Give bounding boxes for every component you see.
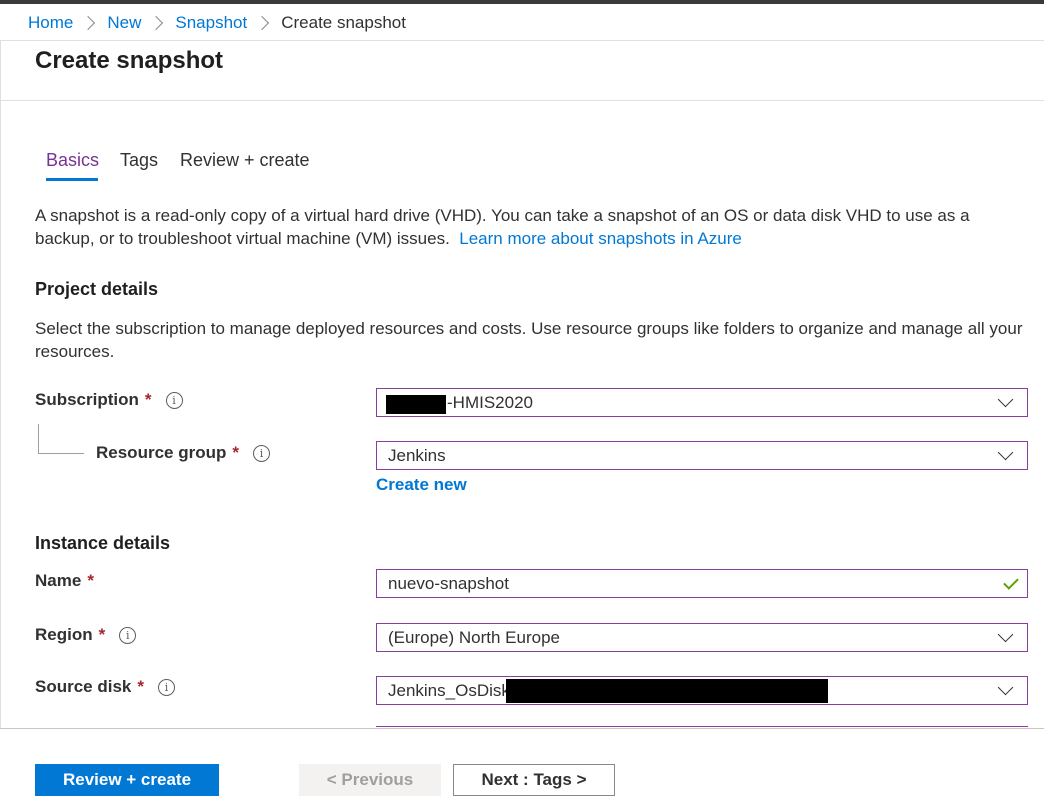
top-border (0, 0, 1044, 4)
info-icon[interactable]: i (158, 678, 175, 696)
chevron-down-icon (997, 391, 1014, 408)
valid-check-icon (1003, 574, 1019, 590)
tab-tags[interactable]: Tags (120, 150, 158, 171)
subscription-value: -HMIS2020 (447, 392, 533, 412)
project-details-description: Select the subscription to manage deploy… (35, 319, 1023, 361)
required-asterisk: * (232, 443, 239, 462)
required-asterisk: * (98, 625, 106, 644)
chevron-right-icon (81, 15, 96, 31)
source-disk-select[interactable]: Jenkins_OsDisk (376, 676, 1028, 705)
name-label: Name * (35, 571, 94, 591)
info-icon[interactable]: i (252, 444, 270, 462)
redaction-box (386, 395, 446, 414)
previous-button[interactable]: < Previous (299, 764, 441, 796)
redaction-box (506, 679, 828, 703)
region-select[interactable]: (Europe) North Europe (376, 623, 1028, 652)
snapshot-name-value: nuevo-snapshot (388, 573, 509, 593)
active-tab-indicator (46, 178, 98, 181)
name-label-text: Name (35, 571, 82, 590)
chevron-down-icon (997, 679, 1014, 696)
breadcrumb-new[interactable]: New (107, 13, 141, 33)
tab-review-create[interactable]: Review + create (180, 150, 310, 171)
panel-left-border (0, 40, 1, 728)
breadcrumb-home[interactable]: Home (28, 13, 73, 33)
resource-group-label: Resource group * i (96, 443, 270, 463)
source-disk-value: Jenkins_OsDisk (388, 680, 510, 700)
page-title: Create snapshot (35, 47, 224, 74)
resource-group-select[interactable]: Jenkins (376, 441, 1028, 470)
breadcrumb-current: Create snapshot (281, 13, 406, 32)
breadcrumb-divider (0, 40, 1044, 41)
subscription-select[interactable]: -HMIS2020 (376, 388, 1028, 417)
required-asterisk: * (137, 677, 144, 696)
instance-details-heading: Instance details (35, 533, 171, 553)
intro-description: A snapshot is a read-only copy of a virt… (35, 204, 1025, 250)
chevron-right-icon (255, 15, 270, 31)
create-new-resource-group-link[interactable]: Create new (376, 475, 467, 495)
title-divider (0, 100, 1044, 101)
chevron-down-icon (997, 626, 1014, 643)
breadcrumb-snapshot[interactable]: Snapshot (175, 13, 247, 33)
chevron-right-icon (149, 15, 164, 31)
region-label-text: Region (35, 625, 93, 644)
region-label: Region * i (35, 625, 137, 645)
required-asterisk: * (87, 571, 94, 590)
tab-basics[interactable]: Basics (46, 150, 99, 171)
subscription-label: Subscription * i (35, 390, 183, 410)
source-disk-label: Source disk * i (35, 677, 175, 697)
resource-group-label-text: Resource group (96, 443, 227, 462)
next-tags-button[interactable]: Next : Tags > (453, 764, 615, 796)
subscription-label-text: Subscription (35, 390, 139, 409)
required-asterisk: * (144, 390, 152, 409)
learn-more-link[interactable]: Learn more about snapshots in Azure (459, 229, 742, 248)
source-disk-label-text: Source disk (35, 677, 132, 696)
hierarchy-connector-horizontal (38, 453, 84, 454)
snapshot-name-input[interactable]: nuevo-snapshot (376, 569, 1028, 598)
footer-divider (0, 728, 1044, 729)
hierarchy-connector-vertical (38, 424, 39, 454)
region-value: (Europe) North Europe (388, 627, 560, 647)
project-details-heading: Project details (35, 279, 159, 299)
review-create-button[interactable]: Review + create (35, 764, 219, 796)
info-icon[interactable]: i (119, 626, 137, 644)
resource-group-value: Jenkins (388, 445, 446, 465)
chevron-down-icon (997, 444, 1014, 461)
info-icon[interactable]: i (165, 391, 183, 409)
breadcrumb: Home New Snapshot Create snapshot (28, 12, 406, 34)
